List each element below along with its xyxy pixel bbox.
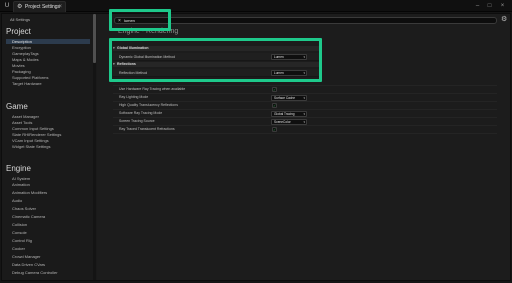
chevron-down-icon: ▾ xyxy=(303,120,305,124)
chevron-down-icon: ▾ xyxy=(303,96,305,100)
sidebar-item-animation-modifiers[interactable]: Animation Modifiers xyxy=(12,190,47,195)
window-close-icon[interactable]: × xyxy=(498,2,507,10)
sidebar-category-engine[interactable]: Engine xyxy=(6,164,31,173)
gear-icon[interactable]: ⚙ xyxy=(501,16,507,24)
hardware-ray-tracing-checkbox[interactable]: ✓ xyxy=(272,87,277,92)
search-highlight-box xyxy=(109,9,171,31)
sidebar-category-game[interactable]: Game xyxy=(6,102,28,111)
sidebar-scrollbar-thumb[interactable] xyxy=(93,14,96,63)
sidebar-item-encryption[interactable]: Encryption xyxy=(12,45,31,50)
sidebar-item-console[interactable]: Console xyxy=(12,230,27,235)
sidebar-item-asset-manager[interactable]: Asset Manager xyxy=(12,114,39,119)
title-bar: U ⚙ Project Settings × – □ × xyxy=(0,0,512,12)
chevron-down-icon: ▾ xyxy=(303,112,305,116)
sidebar-item-cinematic-camera[interactable]: Cinematic Camera xyxy=(12,214,45,219)
sidebar-item-asset-tools[interactable]: Asset Tools xyxy=(12,120,32,125)
setting-label-software-ray-tracing-mode: Software Ray Tracing Mode xyxy=(119,111,163,115)
dropdown-value: SceneColor xyxy=(274,120,291,124)
sidebar-item-packaging[interactable]: Packaging xyxy=(12,69,31,74)
gear-icon: ⚙ xyxy=(17,4,23,10)
row-divider xyxy=(113,85,497,86)
row-divider xyxy=(113,125,497,126)
search-input[interactable]: × lumen xyxy=(114,17,497,24)
maximize-icon[interactable]: □ xyxy=(485,2,494,10)
row-divider xyxy=(113,117,497,118)
row-divider xyxy=(113,109,497,110)
sidebar-item-widget-state-settings[interactable]: Widget State Settings xyxy=(12,144,50,149)
setting-label-ray-lighting-mode: Ray Lighting Mode xyxy=(119,95,149,99)
tab-label: Project Settings xyxy=(25,4,61,10)
sidebar-category-project[interactable]: Project xyxy=(6,27,31,36)
sidebar-item-chaos-solver[interactable]: Chaos Solver xyxy=(12,206,36,211)
minimize-icon[interactable]: – xyxy=(473,2,482,10)
sidebar-item-control-rig[interactable]: Control Rig xyxy=(12,238,32,243)
sidebar-item-gameplaytags[interactable]: GameplayTags xyxy=(12,51,39,56)
sidebar-item-data-driven-cvars[interactable]: Data Driven CVars xyxy=(12,262,45,267)
translucent-refractions-checkbox[interactable]: ✓ xyxy=(272,127,277,132)
row-divider xyxy=(113,133,497,134)
dropdown-value: Surface Cache xyxy=(274,96,296,100)
sidebar-item-crowd-manager[interactable]: Crowd Manager xyxy=(12,254,40,259)
sidebar-item-debug-camera-controller[interactable]: Debug Camera Controller xyxy=(12,270,58,275)
translucency-reflections-checkbox[interactable]: ✓ xyxy=(272,103,277,108)
tab-project-settings[interactable]: ⚙ Project Settings × xyxy=(13,1,66,12)
sidebar-item-movies[interactable]: Movies xyxy=(12,63,25,68)
sidebar-item-description[interactable]: Description xyxy=(12,39,32,44)
sidebar-item-maps-modes[interactable]: Maps & Modes xyxy=(12,57,39,62)
sidebar-item-cooker[interactable]: Cooker xyxy=(12,246,25,251)
row-divider xyxy=(113,101,497,102)
sidebar-item-animation[interactable]: Animation xyxy=(12,182,30,187)
sidebar-item-vcam-input-settings[interactable]: VCam Input Settings xyxy=(12,138,49,143)
sidebar-item-audio[interactable]: Audio xyxy=(12,198,22,203)
sidebar-item-slate-rhirenderer-settings[interactable]: Slate RHIRenderer Settings xyxy=(12,132,61,137)
sidebar-item-ai-system[interactable]: AI System xyxy=(12,176,30,181)
unreal-logo-icon: U xyxy=(4,3,10,9)
settings-sidebar: All Settings Project Description Encrypt… xyxy=(2,14,93,280)
sidebar-item-common-input-settings[interactable]: Common Input Settings xyxy=(12,126,54,131)
setting-label-screen-tracing-source: Screen Tracing Source xyxy=(119,119,155,123)
setting-label-translucency-reflections: High Quality Translucency Reflections xyxy=(119,103,178,107)
setting-label-hardware-ray-tracing: Use Hardware Ray Tracing when available xyxy=(119,87,186,91)
sidebar-item-all-settings[interactable]: All Settings xyxy=(10,17,30,22)
sidebar-item-supported-platforms[interactable]: Supported Platforms xyxy=(12,75,48,80)
dropdown-value: Global Tracing xyxy=(274,112,295,116)
tab-close-icon[interactable]: × xyxy=(58,4,62,11)
row-divider xyxy=(113,93,497,94)
setting-label-ray-traced-translucent-refractions: Ray Traced Translucent Refractions xyxy=(119,127,175,131)
settings-highlight-box xyxy=(109,38,322,82)
sidebar-item-collision[interactable]: Collision xyxy=(12,222,27,227)
sidebar-item-target-hardware[interactable]: Target Hardware xyxy=(12,81,42,86)
